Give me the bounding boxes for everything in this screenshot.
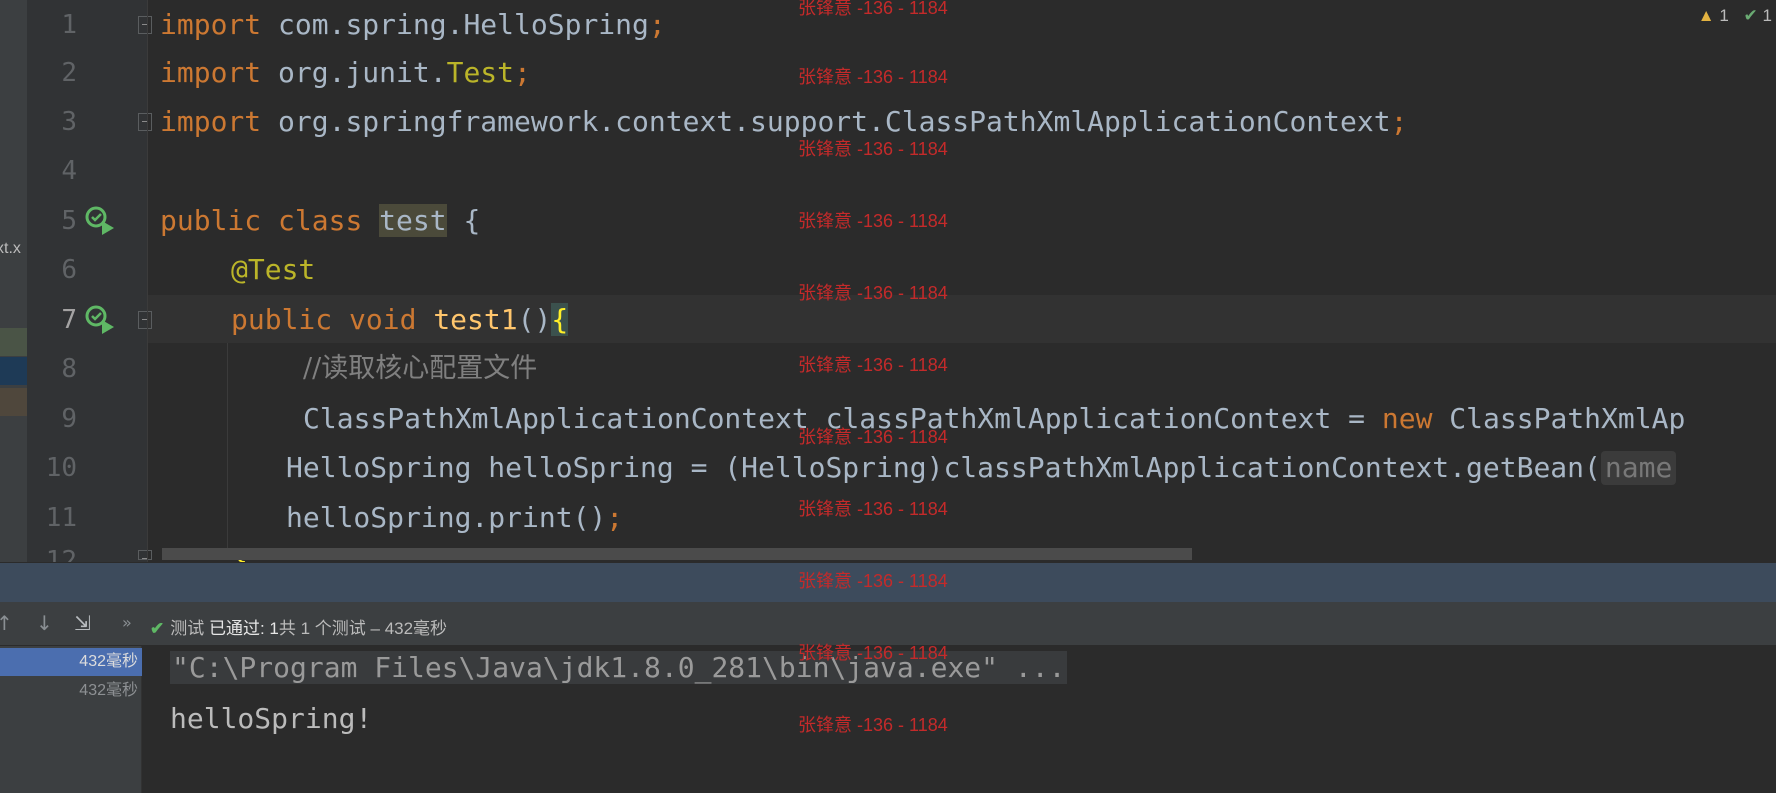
line-number-current: 7 [61,305,77,335]
warning-icon: ▲ [1697,6,1715,25]
keyword: new [1381,402,1433,435]
ide-window: xt.x 1 2 3 4 5 6 7 8 9 10 11 12 import c… [0,0,1776,793]
semicolon: ; [1390,105,1408,138]
project-row-highlight [0,328,27,356]
check-icon: ✔ [1743,6,1758,25]
code-line-2[interactable]: import org.junit.Test; [160,48,531,98]
parameter-hint: name [1600,451,1677,485]
test-status: ✔ 测试 已通过: 1共 1 个测试 – 432毫秒 [150,614,447,639]
method-name: test1 [433,303,518,336]
console-command[interactable]: "C:\Program Files\Java\jdk1.8.0_281\bin\… [170,651,1068,684]
indent-guide [227,343,228,553]
run-toolbar: ↑ ↓ ⇲ » ✔ 测试 已通过: 1共 1 个测试 – 432毫秒 [0,602,1776,646]
code-text: ClassPathXmlApplicationContext classPath… [303,402,1382,435]
console-line: helloSpring! [170,702,373,735]
semicolon: ; [648,8,666,41]
check-icon: ✔ [150,619,165,638]
console-line: "C:\Program Files\Java\jdk1.8.0_281\bin\… [170,646,1068,690]
line-number: 10 [45,453,77,483]
code-line-10[interactable]: HelloSpring helloSpring = (HelloSpring)c… [286,443,1677,493]
code-text: com.spring.HelloSpring [261,8,649,41]
test-summary: 共 1 个测试 – 432毫秒 [278,619,448,638]
line-number: 6 [61,255,77,285]
run-tool-window-header[interactable] [0,562,1776,602]
project-row-selected[interactable] [0,357,27,385]
keyword: import [160,105,262,138]
comment: //读取核心配置文件 [303,353,538,384]
class-name-highlighted: test [379,204,447,237]
line-number: 3 [61,107,77,137]
code-line-3[interactable]: import org.springframework.context.suppo… [160,97,1407,147]
keyword: void [349,303,417,336]
line-number: 4 [61,156,77,186]
keyword: class [278,204,363,237]
keyword: public [231,303,333,336]
horizontal-scrollbar[interactable] [162,548,1192,560]
brace-matched: { [551,303,569,336]
code-line-7[interactable]: public void test1(){ [231,295,569,345]
line-number: 9 [61,404,77,434]
parens: () [517,303,552,336]
run-test-method-icon[interactable] [84,304,116,336]
code-text: org.junit. [261,56,447,89]
keyword: import [160,56,262,89]
code-text: ClassPathXmlAp [1432,402,1686,435]
code-line-11[interactable]: helloSpring.print(); [286,493,623,543]
test-tree-row[interactable]: 432毫秒 [0,648,142,676]
code-line-6[interactable]: @Test [231,245,315,295]
line-number: 5 [61,206,77,236]
code-text: org.springframework.context.support.Clas… [261,105,1391,138]
test-tree-row[interactable]: 432毫秒 [0,677,142,705]
test-tree: 432毫秒 432毫秒 [0,646,142,793]
class-name: Test [446,56,515,89]
fold-marker-icon[interactable] [138,16,152,34]
inspection-widget[interactable]: ▲ 1 ✔ 1 [1698,6,1772,26]
indent-guide [147,0,148,562]
test-label: 测试 [170,619,205,638]
project-file-label[interactable]: xt.x [0,240,21,258]
keyword: public [160,204,262,237]
console-output[interactable]: "C:\Program Files\Java\jdk1.8.0_281\bin\… [142,646,1776,793]
project-panel-edge: xt.x [0,0,27,562]
line-number: 12 [45,546,77,562]
arrow-down-icon[interactable]: ↓ [36,610,53,636]
collapse-icon[interactable]: ⇲ [74,610,91,636]
line-number: 2 [61,58,77,88]
code-text: HelloSpring helloSpring = (HelloSpring)c… [286,451,1601,484]
fold-marker-icon[interactable] [138,113,152,131]
code-line-1[interactable]: import com.spring.HelloSpring; [160,0,666,50]
warning-count: 1 [1719,6,1729,25]
code-line-8[interactable]: //读取核心配置文件 [303,344,537,394]
arrow-up-icon[interactable]: ↑ [0,610,13,636]
code-text: helloSpring.print() [286,501,607,534]
code-line-9[interactable]: ClassPathXmlApplicationContext classPath… [303,394,1685,444]
brace: { [446,204,481,237]
test-passed: 已通过: 1 [208,619,279,638]
code-line-5[interactable]: public class test { [160,196,480,246]
line-number: 8 [61,354,77,384]
project-row-highlight [0,388,27,416]
code-editor[interactable]: xt.x 1 2 3 4 5 6 7 8 9 10 11 12 import c… [0,0,1776,562]
semicolon: ; [606,501,624,534]
fold-marker-icon[interactable] [138,550,152,560]
annotation: @Test [231,253,316,286]
fold-marker-icon[interactable] [138,311,152,329]
keyword: import [160,8,262,41]
semicolon: ; [514,56,531,89]
more-chevron-icon[interactable]: » [122,610,132,636]
run-test-class-icon[interactable] [84,205,116,237]
ok-count: 1 [1762,6,1772,25]
line-number: 1 [61,10,77,40]
